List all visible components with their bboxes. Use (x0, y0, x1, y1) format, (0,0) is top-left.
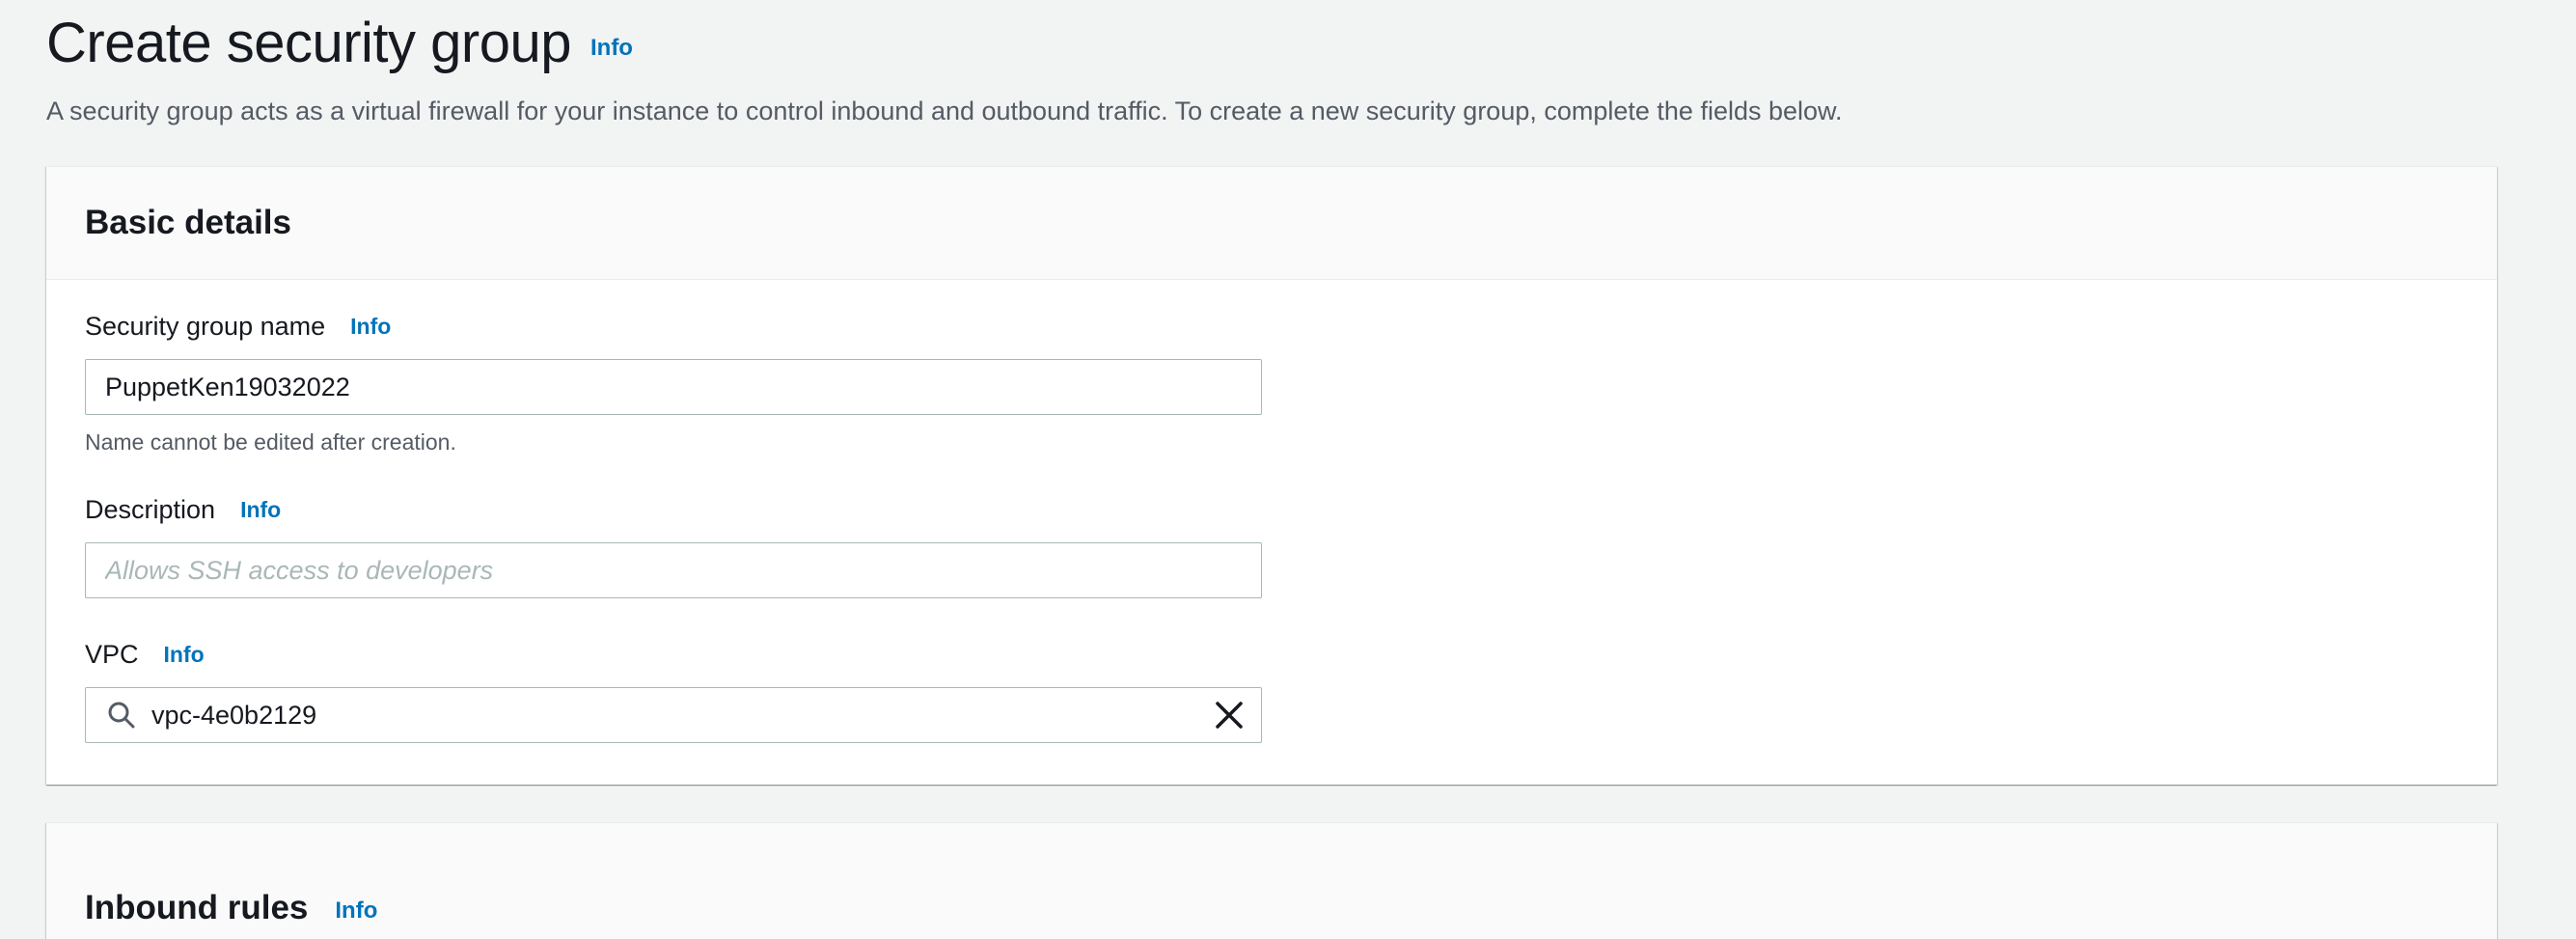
description-info-link[interactable]: Info (240, 497, 281, 523)
security-group-name-field[interactable] (85, 359, 1262, 415)
security-group-name-constraint: Name cannot be edited after creation. (85, 429, 456, 455)
page-description: A security group acts as a virtual firew… (46, 97, 1843, 125)
vpc-label-text: VPC (85, 640, 139, 669)
basic-details-title: Basic details (85, 204, 291, 241)
vpc-info-link[interactable]: Info (164, 642, 205, 668)
security-group-name-label-text: Security group name (85, 312, 326, 341)
basic-details-panel: Basic details Security group name Info N… (46, 166, 2497, 785)
vpc-field[interactable] (85, 687, 1262, 743)
description-label-text: Description (85, 495, 216, 524)
description-field[interactable] (85, 542, 1262, 598)
inbound-rules-header: Inbound rules Info (46, 823, 2497, 939)
page-header: Create security group Info (46, 4, 633, 81)
search-icon (108, 702, 135, 729)
vpc-label: VPC Info (85, 640, 205, 670)
security-group-name-label: Security group name Info (85, 312, 391, 342)
inbound-rules-title: Inbound rules (85, 889, 309, 926)
security-group-name-info-link[interactable]: Info (350, 314, 391, 340)
close-icon[interactable] (1213, 699, 1246, 732)
vpc-input[interactable] (138, 688, 1213, 742)
inbound-rules-info-link[interactable]: Info (335, 898, 377, 925)
page-title: Create security group (46, 11, 571, 74)
page-title-info-link[interactable]: Info (590, 35, 633, 62)
basic-details-header: Basic details (46, 167, 2497, 280)
description-label: Description Info (85, 495, 281, 525)
description-input[interactable] (86, 543, 1261, 597)
security-group-name-input[interactable] (86, 360, 1261, 414)
inbound-rules-panel: Inbound rules Info (46, 822, 2497, 939)
